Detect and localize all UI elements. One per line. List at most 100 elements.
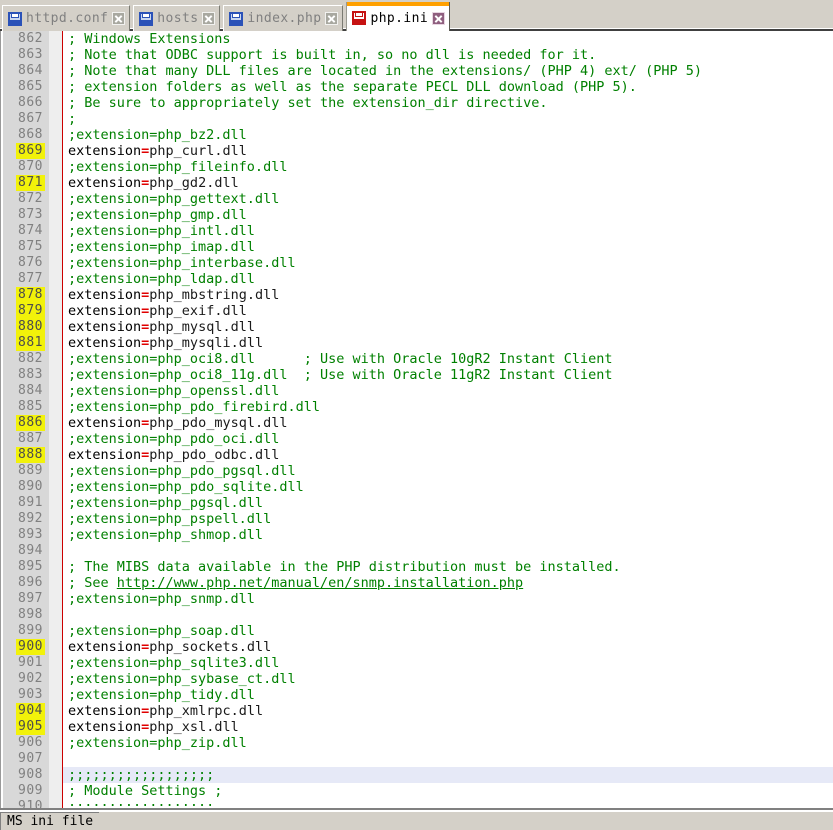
tab-php-ini[interactable]: php.ini — [346, 2, 451, 31]
line-number[interactable]: 863 — [1, 47, 63, 63]
line-number[interactable]: 887 — [1, 431, 63, 447]
line-number[interactable]: 892 — [1, 511, 63, 527]
code-line[interactable]: ; Be sure to appropriately set the exten… — [63, 95, 833, 111]
code-line[interactable]: ;extension=php_tidy.dll — [63, 687, 833, 703]
line-number[interactable]: 889 — [1, 463, 63, 479]
line-number[interactable]: 869 — [1, 143, 63, 159]
code-line[interactable]: ; The MIBS data available in the PHP dis… — [63, 559, 833, 575]
line-number[interactable]: 903 — [1, 687, 63, 703]
line-number[interactable]: 890 — [1, 479, 63, 495]
code-line[interactable]: ;extension=php_gettext.dll — [63, 191, 833, 207]
code-line[interactable]: ;extension=php_intl.dll — [63, 223, 833, 239]
line-number[interactable]: 870 — [1, 159, 63, 175]
code-line[interactable]: ;extension=php_pspell.dll — [63, 511, 833, 527]
line-number[interactable]: 885 — [1, 399, 63, 415]
code-line[interactable]: ; — [63, 111, 833, 127]
line-number[interactable]: 908 — [1, 767, 63, 783]
code-line[interactable]: extension=php_mbstring.dll — [63, 287, 833, 303]
tab-hosts[interactable]: hosts — [133, 5, 221, 31]
code-line[interactable]: ;extension=php_pdo_oci.dll — [63, 431, 833, 447]
line-number[interactable]: 893 — [1, 527, 63, 543]
code-line[interactable]: ;extension=php_oci8_11g.dll ; Use with O… — [63, 367, 833, 383]
line-number[interactable]: 896 — [1, 575, 63, 591]
code-line[interactable]: ;extension=php_pdo_firebird.dll — [63, 399, 833, 415]
code-line[interactable]: ; Windows Extensions — [63, 31, 833, 47]
code-line[interactable]: extension=php_pdo_odbc.dll — [63, 447, 833, 463]
code-line[interactable]: extension=php_exif.dll — [63, 303, 833, 319]
line-number-gutter[interactable]: 862 863 864 865 866 867 868 869 870 871 872 873 874 8… — [0, 31, 64, 810]
code-line[interactable]: ;extension=php_bz2.dll — [63, 127, 833, 143]
close-icon[interactable] — [432, 11, 446, 25]
line-number[interactable]: 873 — [1, 207, 63, 223]
code-line[interactable]: extension=php_gd2.dll — [63, 175, 833, 191]
code-line[interactable]: ;extension=php_soap.dll — [63, 623, 833, 639]
code-line[interactable]: ; See http://www.php.net/manual/en/snmp.… — [63, 575, 833, 591]
code-text-area[interactable]: ; Windows Extensions; Note that ODBC sup… — [63, 31, 833, 810]
code-line[interactable]: extension=php_curl.dll — [63, 143, 833, 159]
tab-index-php[interactable]: index.php — [223, 5, 344, 31]
code-line[interactable]: extension=php_xmlrpc.dll — [63, 703, 833, 719]
line-number[interactable]: 868 — [1, 127, 63, 143]
code-line[interactable]: ; Note that ODBC support is built in, so… — [63, 47, 833, 63]
line-number[interactable]: 881 — [1, 335, 63, 351]
line-number[interactable]: 905 — [1, 719, 63, 735]
code-line[interactable]: ;extension=php_gmp.dll — [63, 207, 833, 223]
code-line[interactable]: ;;;;;;;;;;;;;;;;;; — [63, 767, 833, 783]
line-number[interactable]: 895 — [1, 559, 63, 575]
line-number[interactable]: 867 — [1, 111, 63, 127]
tab-httpd-conf[interactable]: httpd.conf — [2, 5, 131, 31]
line-number[interactable]: 865 — [1, 79, 63, 95]
code-line[interactable] — [63, 607, 833, 623]
line-number[interactable]: 906 — [1, 735, 63, 751]
line-number[interactable]: 894 — [1, 543, 63, 559]
code-line[interactable]: ;extension=php_ldap.dll — [63, 271, 833, 287]
line-number[interactable]: 874 — [1, 223, 63, 239]
code-line[interactable]: extension=php_mysql.dll — [63, 319, 833, 335]
code-line[interactable]: extension=php_xsl.dll — [63, 719, 833, 735]
line-number[interactable]: 864 — [1, 63, 63, 79]
close-icon[interactable] — [112, 12, 126, 25]
line-number[interactable]: 876 — [1, 255, 63, 271]
line-number[interactable]: 907 — [1, 751, 63, 767]
line-number[interactable]: 909 — [1, 783, 63, 799]
code-line[interactable]: ; Note that many DLL files are located i… — [63, 63, 833, 79]
line-number[interactable]: 862 — [1, 31, 63, 47]
line-number[interactable]: 886 — [1, 415, 63, 431]
line-number[interactable]: 880 — [1, 319, 63, 335]
line-number[interactable]: 902 — [1, 671, 63, 687]
line-number[interactable]: 899 — [1, 623, 63, 639]
code-line[interactable] — [63, 751, 833, 767]
code-line[interactable]: ;extension=php_sybase_ct.dll — [63, 671, 833, 687]
line-number[interactable]: 904 — [1, 703, 63, 719]
line-number[interactable]: 883 — [1, 367, 63, 383]
code-line[interactable]: extension=php_mysqli.dll — [63, 335, 833, 351]
code-line[interactable]: ;extension=php_pdo_pgsql.dll — [63, 463, 833, 479]
close-icon[interactable] — [325, 12, 339, 25]
code-line[interactable]: ; extension folders as well as the separ… — [63, 79, 833, 95]
code-line[interactable]: ;extension=php_imap.dll — [63, 239, 833, 255]
code-line[interactable]: ;extension=php_pgsql.dll — [63, 495, 833, 511]
code-line[interactable]: extension=php_pdo_mysql.dll — [63, 415, 833, 431]
editor-area[interactable]: 862 863 864 865 866 867 868 869 870 871 872 873 874 8… — [0, 31, 833, 810]
code-line[interactable]: ;extension=php_fileinfo.dll — [63, 159, 833, 175]
code-line[interactable]: ; Module Settings ; — [63, 783, 833, 799]
line-number[interactable]: 884 — [1, 383, 63, 399]
code-line[interactable]: ;extension=php_zip.dll — [63, 735, 833, 751]
line-number[interactable]: 871 — [1, 175, 63, 191]
code-line[interactable]: ;extension=php_pdo_sqlite.dll — [63, 479, 833, 495]
line-number[interactable]: 901 — [1, 655, 63, 671]
code-line[interactable]: extension=php_sockets.dll — [63, 639, 833, 655]
line-number[interactable]: 872 — [1, 191, 63, 207]
line-number[interactable]: 888 — [1, 447, 63, 463]
line-number[interactable]: 879 — [1, 303, 63, 319]
line-number[interactable]: 878 — [1, 287, 63, 303]
line-number[interactable]: 882 — [1, 351, 63, 367]
url-link[interactable]: http://www.php.net/manual/en/snmp.instal… — [117, 575, 523, 591]
line-number[interactable]: 897 — [1, 591, 63, 607]
code-line[interactable]: ;extension=php_snmp.dll — [63, 591, 833, 607]
line-number[interactable]: 866 — [1, 95, 63, 111]
close-icon[interactable] — [202, 12, 216, 25]
code-line[interactable] — [63, 543, 833, 559]
line-number[interactable]: 875 — [1, 239, 63, 255]
line-number[interactable]: 900 — [1, 639, 63, 655]
